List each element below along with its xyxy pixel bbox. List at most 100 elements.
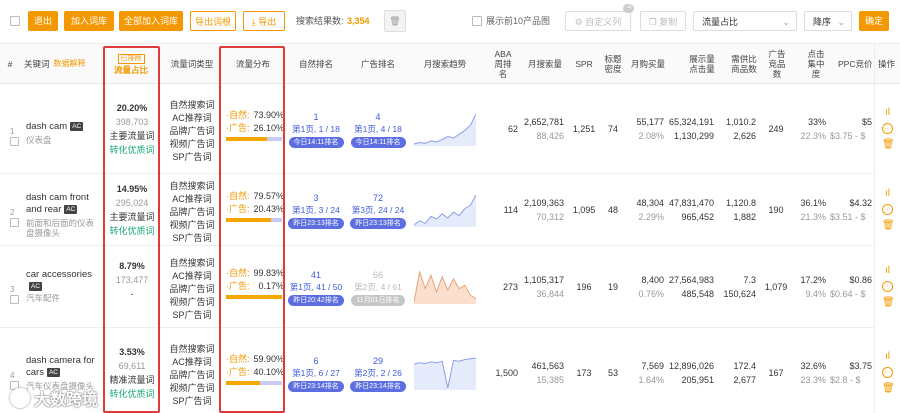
header-click-conc[interactable]: 点击集中度 [800,44,832,84]
trash-icon[interactable]: 🗑 [882,383,895,394]
add-all-button[interactable]: 全部加入词库 [119,11,183,31]
natural-rank-cell[interactable]: 3 第1页, 3 / 24 昨日23:13排名 [284,192,348,229]
click-conc-cell: 36.1% 21.3% [796,196,826,224]
trash-icon[interactable]: 🗑 [882,139,895,150]
dist-bar [226,218,284,223]
header-aba[interactable]: ABA周排名 [486,44,520,84]
ad-rank-cell[interactable]: 4 第1页, 4 / 18 今日14:11排名 [346,111,410,148]
chart-icon[interactable]: ıl [882,351,893,362]
ad-rank-cell[interactable]: 72 第3页, 24 / 24 昨日23:13排名 [346,192,410,229]
show-top10-checkbox[interactable] [472,16,482,26]
monthly-trend-sparkline[interactable] [414,356,476,390]
dist-bar [226,295,284,300]
row-checkbox[interactable] [10,218,19,227]
ad-rank-text: 第3页, 24 / 24 [351,205,405,215]
traffic-type-cell: 自然搜索词 AC推荐词 品牌广告词 视频广告词 SP广告词 [166,343,218,408]
keyword-translation: 仪表盘 [26,135,52,145]
result-count-value: 3,354 [347,16,370,26]
monthly-search-value: 2,109,363 [524,198,565,208]
natural-pct: 59.90% [253,354,284,364]
header-monthly-buy[interactable]: 月购买量 [628,44,668,84]
keyword-text[interactable]: dash cam front and rear [26,192,89,215]
monthly-search-value: 1,105,317 [524,275,565,285]
natural-rank-cell[interactable]: 6 第1页, 6 / 27 昨日23:14排名 [284,355,348,392]
natural-rank-top: 3 [313,193,319,203]
chart-icon[interactable]: ıl [882,107,893,118]
row-index: 2 [10,208,15,217]
header-title-density[interactable]: 标题密度 [600,44,626,84]
traffic-share-cell: 20.20% 398,703 主要流量词 转化优质词 [104,101,160,157]
trash-icon[interactable]: 🗑 [882,220,895,231]
ad-rank-cell[interactable]: 66 第2页, 4 / 61 11月01日排名 [346,269,410,306]
ad-label: ·广告: [226,281,250,291]
traffic-share-volume: 69,611 [118,361,146,371]
ppc-range: $3.75 - $ [830,131,866,141]
ops-cell: ıl ··· 🗑 [874,84,900,174]
export-button[interactable]: ⤓ 导出 [243,11,285,31]
traffic-share-tag: 转化优质词 [109,145,155,155]
natural-rank-cell[interactable]: 41 第1页, 41 / 50 昨日20:42排名 [284,269,348,306]
chevron-down-icon: ⌄ [782,17,790,27]
natural-rank-text: 第1页, 41 / 50 [289,282,343,292]
header-monthly-search[interactable]: 月搜索量 [524,44,566,84]
trash-icon[interactable]: 🗑 [882,297,895,308]
header-ppc[interactable]: PPC竞价 [838,44,872,84]
data-explain-link[interactable]: 数据解释 [54,59,86,69]
demand-ratio: 1,010.2 [725,117,756,127]
monthly-search-cell: 2,652,781 88,426 [524,115,564,143]
more-icon[interactable]: ··· [882,367,893,378]
aba-rank: 114 [503,205,518,215]
header-demand[interactable]: 需供比商品数 [726,44,762,84]
header-traffic-share[interactable]: 已排除 流量占比 [104,44,158,84]
copy-button[interactable]: ❐ 复制 [640,11,686,31]
select-all-checkbox[interactable] [10,16,20,26]
delete-button[interactable]: 🗑 [384,10,406,32]
sort-order-select[interactable]: 降序 ⌄ [804,11,852,31]
keyword-text[interactable]: dash cam [26,121,67,132]
ppc-range: $0.64 - $ [830,289,866,299]
monthly-search-sub: 15,385 [536,375,564,385]
more-icon[interactable]: ··· [882,204,893,215]
header-ad-products[interactable]: 广告竞品数 [764,44,790,84]
ad-rank-time: 今日14:11排名 [350,137,406,148]
ppc-value: $4.32 [849,198,872,208]
sort-field-select[interactable]: 流量占比 ⌄ [693,11,797,31]
chart-icon[interactable]: ıl [882,188,893,199]
confirm-button[interactable]: 确定 [859,11,889,31]
keyword-text[interactable]: car accessories [26,269,92,280]
ad-pct: 20.43% [253,204,284,214]
natural-label: ·自然: [226,268,250,278]
exit-button[interactable]: 退出 [28,11,58,31]
traffic-share-pct: 14.95% [116,184,148,194]
demand-cell: 7.3 150,624 [722,273,756,301]
click-conc-cell: 17.2% 9.4% [796,273,826,301]
header-spr[interactable]: SPR [570,44,598,84]
row-checkbox[interactable] [10,137,19,146]
keyword-cell: car accessories AC 汽车配件 [26,269,102,303]
more-icon[interactable]: ··· [882,281,893,292]
natural-label: ·自然: [226,191,250,201]
custom-column-button[interactable]: ⚙ 自定义列 [565,11,631,31]
natural-rank-cell[interactable]: 1 第1页, 1 / 18 今日14:11排名 [284,111,348,148]
export-root-button[interactable]: 导出词根 [190,11,236,31]
traffic-share-volume: 295,024 [115,198,149,208]
ad-products-value: 249 [768,124,784,134]
ad-rank-cell[interactable]: 29 第2页, 2 / 26 昨日23:14排名 [346,355,410,392]
monthly-trend-sparkline[interactable] [414,270,476,304]
header-display-click[interactable]: 展示量点击量 [684,44,720,84]
natural-rank-top: 41 [310,270,321,280]
traffic-share-type: 主要流量词 [109,131,155,141]
add-keyword-button[interactable]: 加入词库 [64,11,114,31]
more-icon[interactable]: ··· [882,123,893,134]
monthly-buy-rate: 1.64% [638,375,664,385]
monthly-trend-sparkline[interactable] [414,112,476,146]
monthly-trend-sparkline[interactable] [414,193,476,227]
natural-pct: 99.83% [253,268,284,278]
monthly-buy-rate: 0.76% [638,289,664,299]
title-density-value: 53 [607,368,618,378]
row-checkbox[interactable] [10,295,19,304]
keyword-text[interactable]: dash camera for cars [26,355,95,378]
monthly-buy-cell: 55,177 2.08% [626,115,664,143]
product-count: 2,677 [733,375,756,385]
chart-icon[interactable]: ıl [882,265,893,276]
